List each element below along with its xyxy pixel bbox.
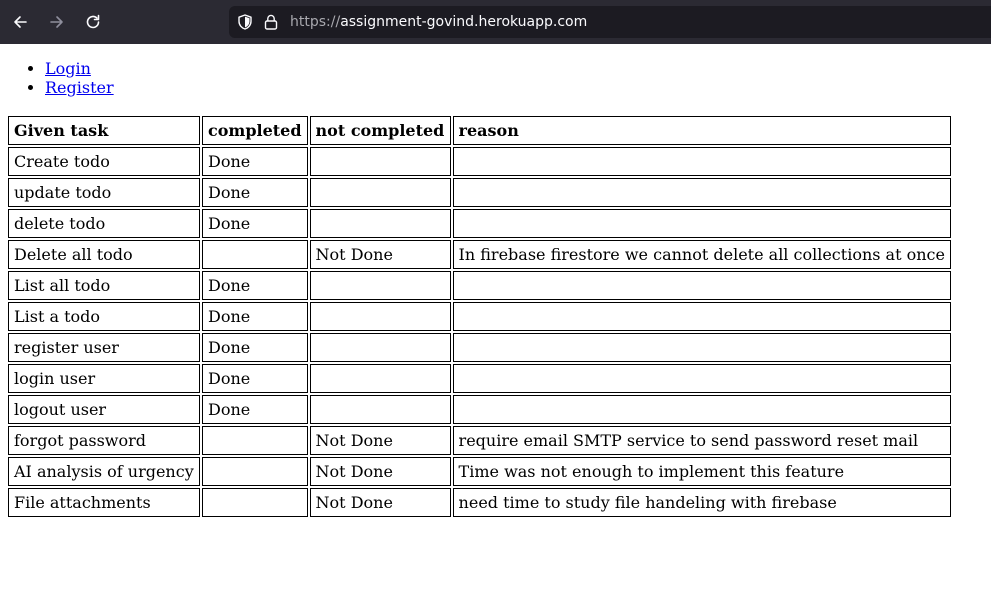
- reason-cell: [452, 333, 951, 362]
- not-completed-cell: [309, 178, 451, 207]
- url-text[interactable]: https://assignment-govind.herokuapp.com: [290, 13, 587, 31]
- task-cell: Create todo: [8, 147, 200, 176]
- not-completed-cell: [309, 209, 451, 238]
- not-completed-cell: [309, 302, 451, 331]
- task-cell: register user: [8, 333, 200, 362]
- table-row: List a todo Done: [8, 302, 951, 331]
- task-status-table: Given task completed not completed reaso…: [6, 114, 953, 519]
- reason-cell: [452, 302, 951, 331]
- not-completed-cell: [309, 271, 451, 300]
- task-cell: forgot password: [8, 426, 200, 455]
- url-host: assignment-govind.herokuapp.com: [340, 14, 588, 30]
- reason-cell: [452, 178, 951, 207]
- not-completed-cell: Not Done: [309, 426, 451, 455]
- table-row: AI analysis of urgency Not Done Time was…: [8, 457, 951, 486]
- url-scheme: https://: [290, 14, 341, 30]
- completed-cell: [202, 488, 308, 517]
- table-row: delete todo Done: [8, 209, 951, 238]
- completed-cell: Done: [202, 395, 308, 424]
- task-cell: logout user: [8, 395, 200, 424]
- nav-item-register: Register: [45, 78, 114, 97]
- arrow-left-icon: [14, 16, 27, 28]
- header-completed: completed: [202, 116, 308, 145]
- auth-nav: Login Register: [0, 59, 114, 97]
- lock-icon[interactable]: [262, 13, 280, 31]
- table-row: forgot password Not Done require email S…: [8, 426, 951, 455]
- table-row: File attachments Not Done need time to s…: [8, 488, 951, 517]
- arrow-right-icon: [50, 16, 63, 28]
- table-row: List all todo Done: [8, 271, 951, 300]
- table-row: update todo Done: [8, 178, 951, 207]
- completed-cell: Done: [202, 178, 308, 207]
- table-row: Create todo Done: [8, 147, 951, 176]
- table-row: Delete all todo Not Done In firebase fir…: [8, 240, 951, 269]
- reason-cell: require email SMTP service to send passw…: [452, 426, 951, 455]
- completed-cell: [202, 240, 308, 269]
- completed-cell: [202, 426, 308, 455]
- header-not-completed: not completed: [309, 116, 451, 145]
- reload-button[interactable]: [81, 10, 105, 34]
- reason-cell: need time to study file handeling with f…: [452, 488, 951, 517]
- table-header-row: Given task completed not completed reaso…: [8, 116, 951, 145]
- header-reason: reason: [452, 116, 951, 145]
- table-row: login user Done: [8, 364, 951, 393]
- not-completed-cell: [309, 364, 451, 393]
- not-completed-cell: [309, 395, 451, 424]
- task-cell: List a todo: [8, 302, 200, 331]
- reason-cell: [452, 271, 951, 300]
- url-bar[interactable]: https://assignment-govind.herokuapp.com: [229, 6, 991, 38]
- task-cell: update todo: [8, 178, 200, 207]
- reason-cell: [452, 209, 951, 238]
- task-cell: File attachments: [8, 488, 200, 517]
- back-button[interactable]: [8, 10, 32, 34]
- task-cell: login user: [8, 364, 200, 393]
- login-link[interactable]: Login: [45, 59, 91, 78]
- browser-toolbar: https://assignment-govind.herokuapp.com: [0, 0, 991, 44]
- not-completed-cell: Not Done: [309, 457, 451, 486]
- reload-icon: [86, 14, 100, 29]
- completed-cell: Done: [202, 147, 308, 176]
- reason-cell: [452, 395, 951, 424]
- completed-cell: Done: [202, 333, 308, 362]
- reason-cell: Time was not enough to implement this fe…: [452, 457, 951, 486]
- not-completed-cell: [309, 147, 451, 176]
- completed-cell: Done: [202, 302, 308, 331]
- completed-cell: Done: [202, 209, 308, 238]
- task-cell: delete todo: [8, 209, 200, 238]
- task-cell: List all todo: [8, 271, 200, 300]
- table-row: logout user Done: [8, 395, 951, 424]
- task-cell: Delete all todo: [8, 240, 200, 269]
- forward-button[interactable]: [45, 10, 69, 34]
- table-row: register user Done: [8, 333, 951, 362]
- shield-icon[interactable]: [236, 13, 254, 31]
- page-content: Login Register Given task completed not …: [0, 44, 991, 612]
- nav-item-login: Login: [45, 59, 114, 78]
- completed-cell: Done: [202, 271, 308, 300]
- task-cell: AI analysis of urgency: [8, 457, 200, 486]
- completed-cell: Done: [202, 364, 308, 393]
- not-completed-cell: Not Done: [309, 240, 451, 269]
- register-link[interactable]: Register: [45, 78, 114, 97]
- header-given-task: Given task: [8, 116, 200, 145]
- completed-cell: [202, 457, 308, 486]
- not-completed-cell: [309, 333, 451, 362]
- reason-cell: [452, 147, 951, 176]
- reason-cell: [452, 364, 951, 393]
- not-completed-cell: Not Done: [309, 488, 451, 517]
- reason-cell: In firebase firestore we cannot delete a…: [452, 240, 951, 269]
